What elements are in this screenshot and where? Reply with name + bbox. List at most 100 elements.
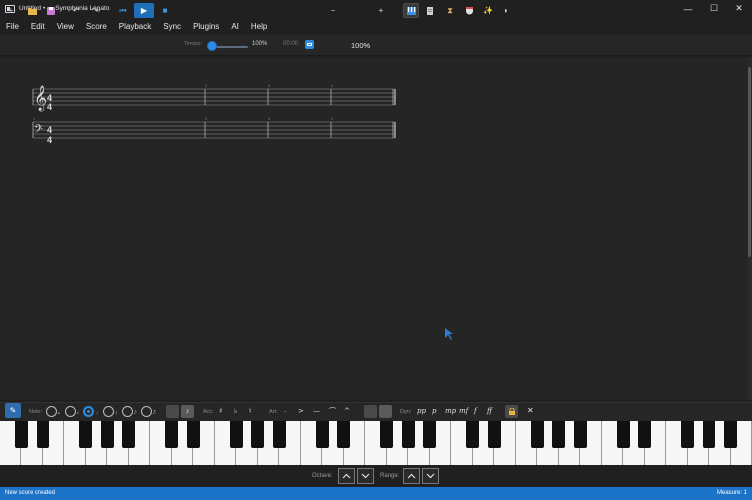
menu-score[interactable]: Score	[80, 22, 113, 31]
note-sixteenth-radio[interactable]	[122, 406, 133, 417]
dyn-mp-button[interactable]: mp	[445, 407, 456, 415]
close-palette-button[interactable]: ✕	[527, 406, 534, 415]
bass-time-bottom: 4	[47, 135, 52, 145]
tenuto-button[interactable]: —	[313, 407, 320, 415]
note-half-radio[interactable]	[65, 406, 76, 417]
staccato-button[interactable]: .	[284, 406, 286, 414]
piano-black-key[interactable]	[165, 421, 179, 448]
piano-black-key[interactable]	[401, 421, 415, 448]
score-scrollbar-thumb[interactable]	[748, 67, 751, 257]
piano-black-key[interactable]	[380, 421, 394, 448]
octave-down-button[interactable]	[357, 468, 374, 484]
piano-black-key[interactable]	[100, 421, 114, 448]
open-button[interactable]	[25, 3, 39, 18]
menu-file[interactable]: File	[0, 22, 25, 31]
treble-clef-icon: 𝄞	[34, 85, 47, 111]
marcato-button[interactable]: ^	[344, 407, 350, 415]
play-button[interactable]: ▶	[134, 3, 154, 18]
piano-black-key[interactable]	[272, 421, 286, 448]
octave-up-button[interactable]	[338, 468, 355, 484]
score-view-button[interactable]	[423, 3, 437, 18]
piano-black-key[interactable]	[186, 421, 200, 448]
piano-mode-button[interactable]	[403, 3, 419, 18]
menu-view[interactable]: View	[51, 22, 80, 31]
zoom-out-button[interactable]: −	[326, 3, 340, 18]
menu-playback[interactable]: Playback	[113, 22, 157, 31]
hourglass-icon: ⧗	[447, 5, 453, 15]
score-canvas[interactable]: 𝄞 𝄢 4 4 4 4 2 3 4 1 2 3 4	[0, 57, 748, 400]
articulation-label: Art:	[269, 409, 278, 415]
menu-ai[interactable]: AI	[225, 22, 245, 31]
menu-plugins[interactable]: Plugins	[187, 22, 225, 31]
redo-button[interactable]: ↷	[88, 3, 102, 18]
piano-keyboard[interactable]	[0, 421, 752, 465]
sparkle-icon: ✨	[483, 6, 493, 15]
slur-toggle[interactable]	[364, 405, 377, 418]
piano-black-key[interactable]	[79, 421, 93, 448]
piano-black-key[interactable]	[423, 421, 437, 448]
fermata-button[interactable]: ⌒	[329, 406, 336, 416]
dyn-ff-button[interactable]: ff	[487, 407, 492, 415]
metronome-button[interactable]: ⧗	[443, 3, 457, 18]
measure-numbers: 2 3 4 1 2 3 4	[33, 83, 334, 121]
natural-button[interactable]: ♮	[249, 407, 252, 415]
tempo-slider-thumb[interactable]	[207, 41, 217, 51]
piano-black-key[interactable]	[702, 421, 716, 448]
piano-black-key[interactable]	[36, 421, 50, 448]
piano-black-key[interactable]	[681, 421, 694, 448]
piano-black-key[interactable]	[466, 421, 480, 448]
piano-black-key[interactable]	[229, 421, 243, 448]
piano-black-key[interactable]	[15, 421, 28, 448]
dyn-f-button[interactable]: f	[474, 407, 477, 415]
piano-black-key[interactable]	[724, 421, 737, 448]
dot-toggle[interactable]: ♪	[181, 405, 194, 418]
theme-toggle-button[interactable]: ◑	[498, 3, 512, 18]
save-button[interactable]	[44, 3, 58, 18]
piano-black-key[interactable]	[337, 421, 351, 448]
piano-black-key[interactable]	[573, 421, 587, 448]
menu-help[interactable]: Help	[245, 22, 273, 31]
range-up-button[interactable]	[403, 468, 420, 484]
tie-toggle[interactable]	[379, 405, 392, 418]
accent-button[interactable]: >	[298, 407, 304, 415]
lock-toggle[interactable]	[505, 405, 518, 418]
sync-icon	[307, 43, 312, 46]
sharp-button[interactable]: ♯	[219, 407, 222, 415]
piano-black-key[interactable]	[530, 421, 544, 448]
flat-button[interactable]: ♭	[234, 407, 237, 415]
rewind-button[interactable]: ⏮	[116, 3, 130, 18]
maximize-button[interactable]: ☐	[702, 0, 726, 17]
note-quarter-radio[interactable]	[83, 406, 94, 417]
rest-toggle[interactable]	[166, 405, 179, 418]
piano-black-key[interactable]	[487, 421, 501, 448]
score-scrollbar[interactable]	[748, 57, 752, 400]
undo-button[interactable]: ↶	[69, 3, 83, 18]
new-score-button[interactable]: +	[4, 3, 18, 18]
piano-black-key[interactable]	[638, 421, 652, 448]
dyn-p-button[interactable]: p	[432, 407, 436, 415]
dyn-pp-button[interactable]: pp	[417, 407, 426, 415]
note-input-button[interactable]: ✎	[5, 403, 21, 418]
status-bar: New score created Measure: 1	[0, 487, 752, 500]
piano-black-key[interactable]	[251, 421, 265, 448]
menu-sync[interactable]: Sync	[157, 22, 187, 31]
bass-time-top: 4	[47, 125, 52, 135]
ear-training-button[interactable]	[462, 3, 476, 18]
piano-black-key[interactable]	[315, 421, 329, 448]
range-down-button[interactable]	[422, 468, 439, 484]
note-thirtysecond-radio[interactable]	[141, 406, 152, 417]
minimize-button[interactable]: —	[676, 0, 700, 17]
sync-toggle[interactable]	[305, 40, 314, 49]
stop-button[interactable]: ■	[158, 3, 172, 18]
zoom-in-button[interactable]: +	[374, 3, 388, 18]
piano-black-key[interactable]	[552, 421, 566, 448]
note-sixteenth-glyph: 𝅘𝅥𝅯	[134, 410, 137, 416]
piano-black-key[interactable]	[616, 421, 630, 448]
note-eighth-radio[interactable]	[103, 406, 114, 417]
menu-edit[interactable]: Edit	[25, 22, 51, 31]
close-button[interactable]: ✕	[727, 0, 751, 17]
piano-black-key[interactable]	[122, 421, 136, 448]
note-whole-radio[interactable]	[46, 406, 57, 417]
dyn-mf-button[interactable]: mf	[459, 407, 468, 415]
ai-assist-button[interactable]: ✨	[481, 3, 495, 18]
